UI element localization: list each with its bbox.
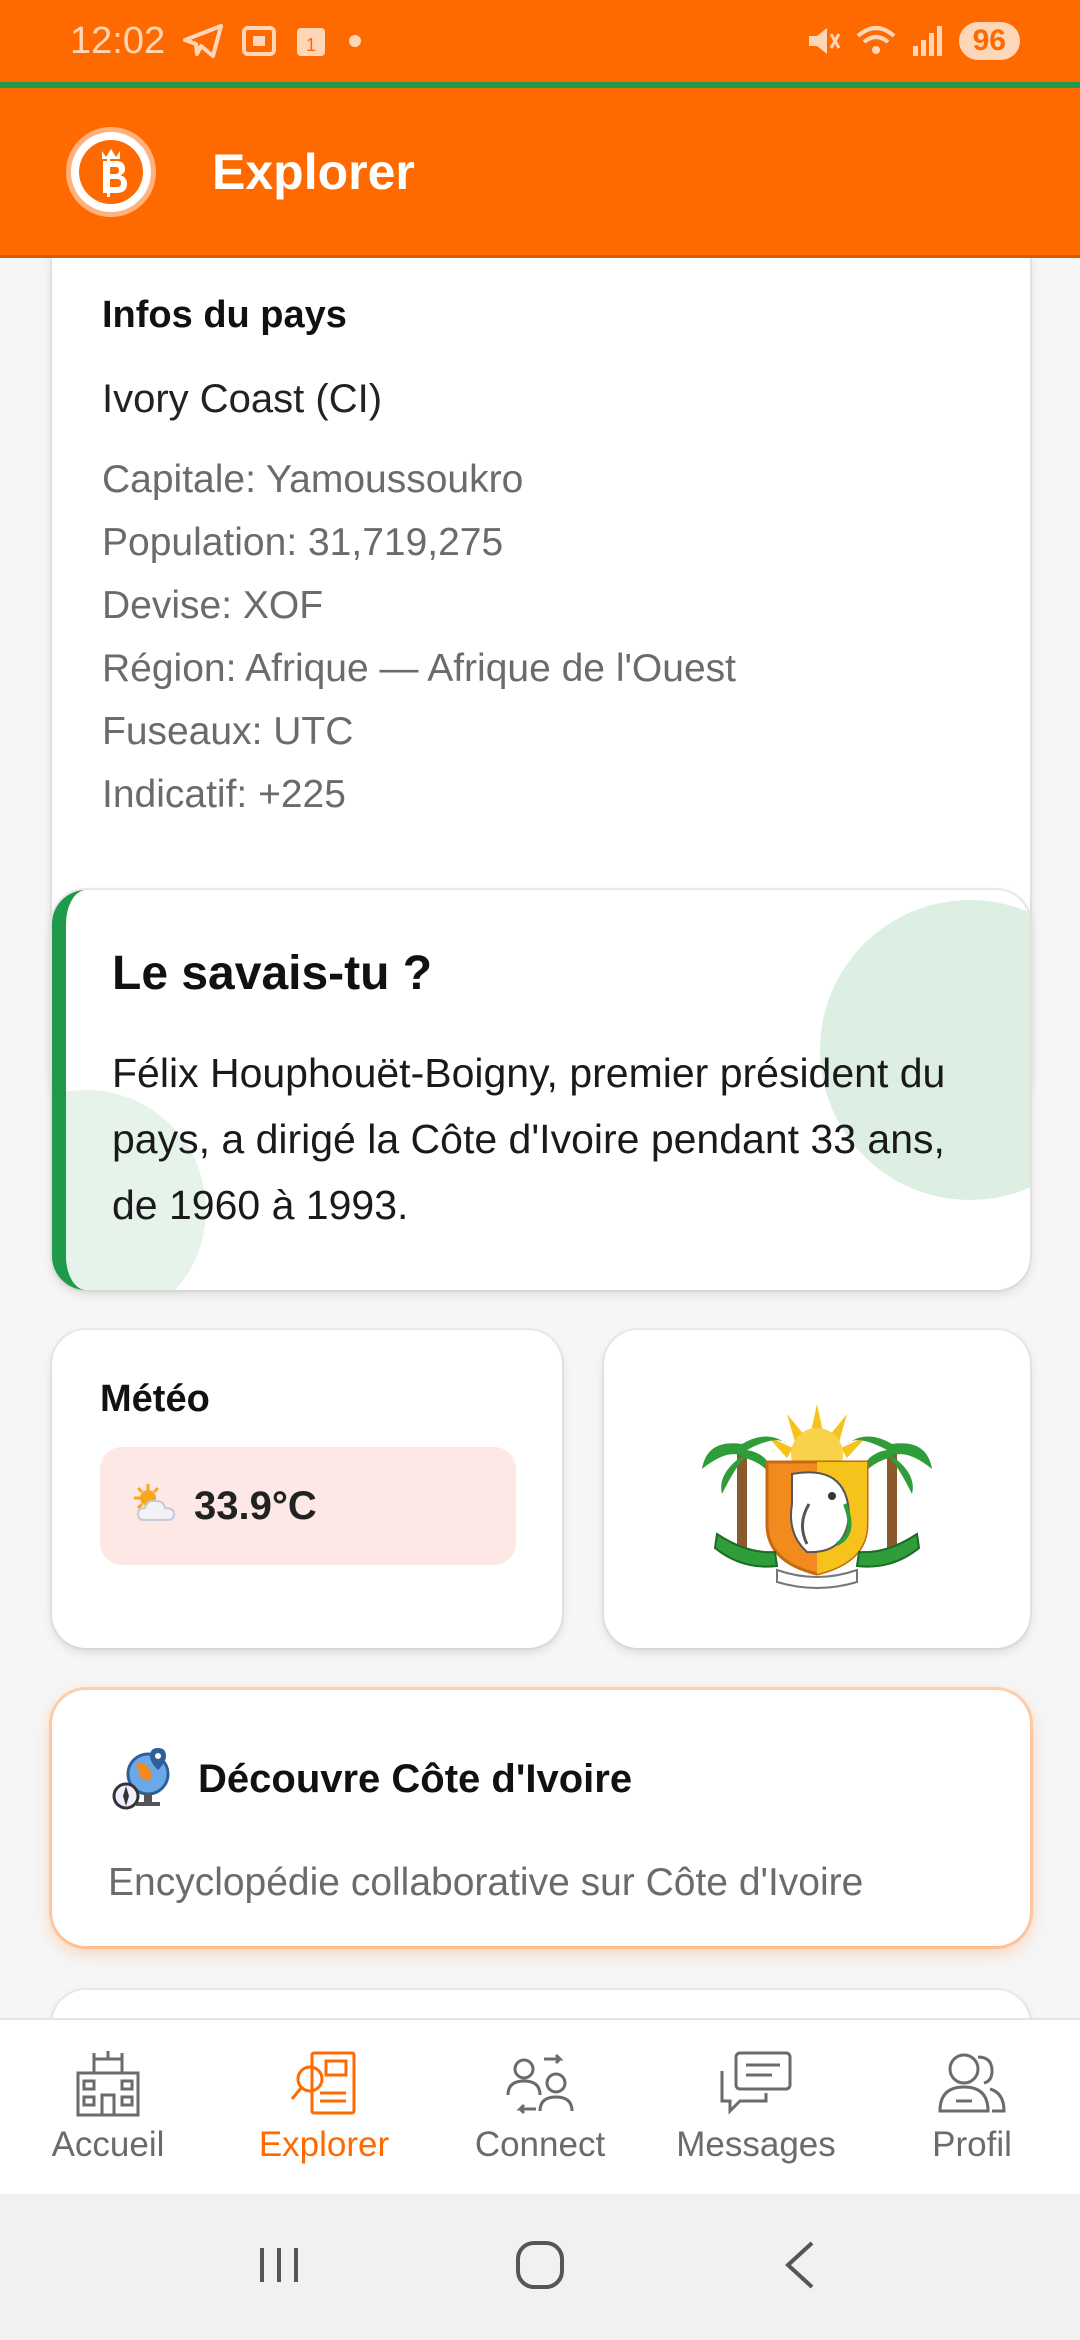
svg-text:1: 1: [306, 35, 316, 55]
population-text: Population: 31,719,275: [102, 521, 504, 564]
signal-icon: [911, 24, 945, 58]
nav-item-explorer[interactable]: Explorer: [219, 2049, 429, 2165]
back-icon[interactable]: [776, 2237, 826, 2298]
country-info-title: Infos du pays: [102, 294, 347, 336]
dial-code-text: Indicatif: +225: [102, 773, 346, 816]
weather-temperature: 33.9°C: [194, 1483, 317, 1528]
battery-level: 96: [958, 22, 1020, 60]
page-title: Explorer: [212, 143, 415, 200]
region-text: Région: Afrique — Afrique de l'Ouest: [102, 647, 736, 690]
bottom-nav: Accueil Explorer Connect Messages Profil: [0, 2018, 1080, 2194]
next-card-peek[interactable]: [52, 1990, 1030, 2018]
nav-label-profil: Profil: [932, 2125, 1012, 2164]
discover-card[interactable]: Découvre Côte d'Ivoire Encyclopédie coll…: [52, 1690, 1030, 1946]
coat-of-arms-icon: [702, 1404, 932, 1589]
nav-item-accueil[interactable]: Accueil: [3, 2049, 213, 2165]
mute-icon: [805, 24, 841, 58]
connect-users-icon: [506, 2053, 574, 2115]
nav-item-profil[interactable]: Profil: [867, 2049, 1077, 2165]
home-icon[interactable]: [512, 2237, 568, 2298]
nav-label-explorer: Explorer: [258, 2125, 390, 2164]
building-icon: [76, 2051, 140, 2117]
screenshot-icon: [241, 24, 277, 58]
app-logo[interactable]: [66, 126, 156, 217]
sun-cloud-icon: [130, 1482, 180, 1531]
nav-label-connect: Connect: [474, 2125, 606, 2164]
content-scroll[interactable]: Infos du pays Ivory Coast (CI) Capitale:…: [0, 258, 1080, 2018]
system-nav-bar: [0, 2194, 1080, 2340]
telegram-icon: [183, 24, 224, 58]
fact-card: Le savais-tu ? Félix Houphouët-Boigny, p…: [52, 890, 1030, 1290]
nav-item-messages[interactable]: Messages: [651, 2049, 861, 2165]
fact-title: Le savais-tu ?: [112, 947, 433, 1000]
calendar-icon: 1: [295, 24, 327, 58]
chat-bubbles-icon: [720, 2051, 792, 2115]
wifi-icon: [855, 24, 897, 58]
app-bar: Explorer: [0, 88, 1080, 258]
globe-compass-icon: [108, 1742, 178, 1817]
nav-label-accueil: Accueil: [51, 2125, 165, 2164]
nav-label-messages: Messages: [676, 2125, 836, 2164]
status-bar: 12:02 1 96: [0, 0, 1080, 82]
discover-description: Encyclopédie collaborative sur Côte d'Iv…: [108, 1861, 864, 1904]
capital-text: Capitale: Yamoussoukro: [102, 458, 524, 501]
profile-users-icon: [938, 2053, 1006, 2113]
weather-card: Météo 33.9°C: [52, 1330, 562, 1648]
weather-box: 33.9°C: [100, 1447, 516, 1565]
explore-document-icon: [290, 2051, 356, 2115]
nav-item-connect[interactable]: Connect: [435, 2049, 645, 2165]
discover-title: Découvre Côte d'Ivoire: [198, 1757, 633, 1801]
discover-header: Découvre Côte d'Ivoire: [108, 1742, 1030, 1817]
timezone-text: Fuseaux: UTC: [102, 710, 354, 753]
dot-icon: [345, 31, 365, 51]
weather-title: Météo: [100, 1378, 210, 1420]
recent-apps-icon[interactable]: [254, 2240, 304, 2295]
country-name: Ivory Coast (CI): [102, 377, 383, 421]
status-time: 12:02: [70, 19, 166, 62]
currency-text: Devise: XOF: [102, 584, 324, 627]
emblem-card[interactable]: [604, 1330, 1030, 1648]
fact-text: Félix Houphouët-Boigny, premier présiden…: [112, 1050, 946, 1228]
